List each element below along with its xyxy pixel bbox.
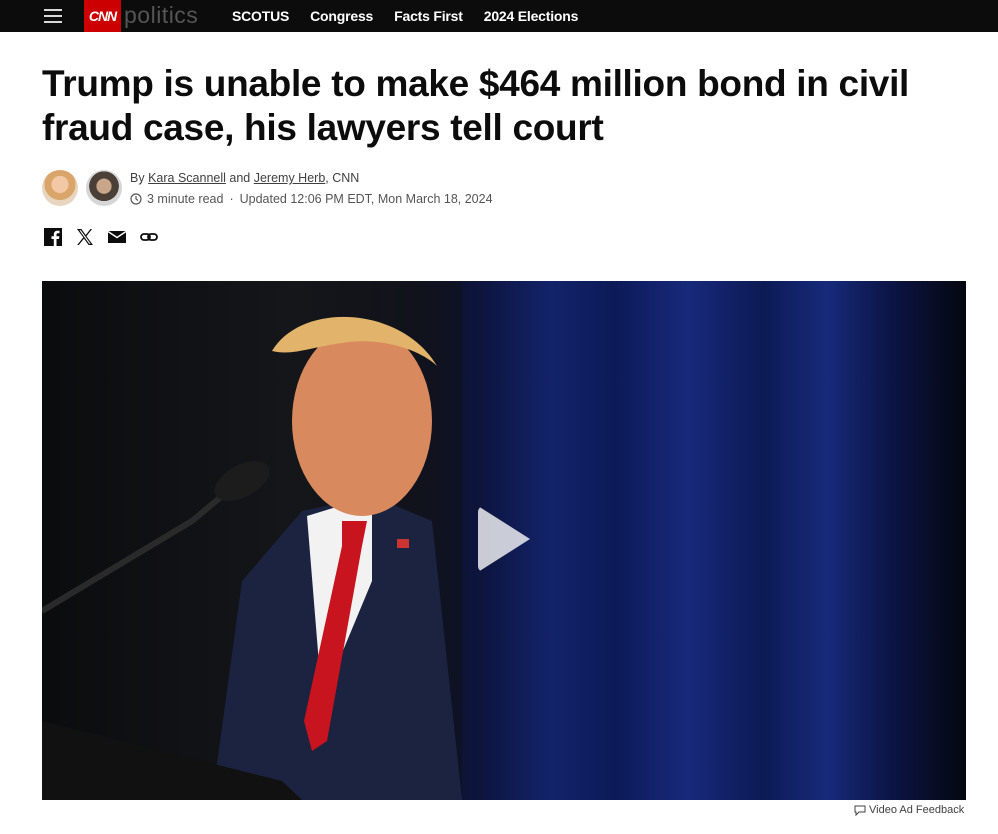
share-bar — [42, 226, 170, 248]
byline-prefix: By — [130, 171, 145, 185]
play-icon[interactable] — [478, 506, 530, 572]
updated-timestamp: Updated 12:06 PM EDT, Mon March 18, 2024 — [239, 192, 493, 206]
email-icon[interactable] — [106, 226, 128, 248]
cnn-logo[interactable]: CNN — [84, 0, 121, 32]
byline-conjunction: and — [229, 171, 251, 185]
nav-link-facts-first[interactable]: Facts First — [394, 8, 463, 24]
section-logo[interactable]: politics — [124, 2, 198, 29]
nav-link-congress[interactable]: Congress — [310, 8, 373, 24]
author-avatar-1[interactable] — [42, 170, 78, 206]
menu-icon[interactable] — [44, 6, 62, 24]
facebook-icon[interactable] — [42, 226, 64, 248]
author-link-1[interactable]: Kara Scannell — [148, 171, 226, 185]
article-headline: Trump is unable to make $464 million bon… — [42, 63, 910, 148]
top-nav-bar: CNN politics SCOTUS Congress Facts First… — [0, 0, 998, 32]
video-ad-feedback[interactable]: Video Ad Feedback — [854, 804, 964, 816]
clock-icon — [130, 193, 142, 205]
link-icon[interactable] — [138, 226, 160, 248]
article-meta: 3 minute read · Updated 12:06 PM EDT, Mo… — [130, 192, 493, 206]
nav-link-scotus[interactable]: SCOTUS — [232, 8, 289, 24]
read-time: 3 minute read — [147, 192, 224, 206]
author-avatar-2[interactable] — [86, 170, 122, 206]
feedback-icon — [854, 805, 866, 816]
x-icon[interactable] — [74, 226, 96, 248]
speaker-silhouette — [42, 316, 462, 800]
author-link-2[interactable]: Jeremy Herb — [254, 171, 326, 185]
ad-feedback-label: Video Ad Feedback — [869, 804, 965, 816]
byline: By Kara Scannell and Jeremy Herb, CNN — [130, 171, 359, 185]
nav-links: SCOTUS Congress Facts First 2024 Electio… — [232, 0, 599, 32]
video-player[interactable] — [42, 281, 966, 800]
nav-link-2024-elections[interactable]: 2024 Elections — [484, 8, 579, 24]
byline-outlet: , CNN — [325, 171, 360, 185]
meta-separator: · — [229, 192, 234, 206]
